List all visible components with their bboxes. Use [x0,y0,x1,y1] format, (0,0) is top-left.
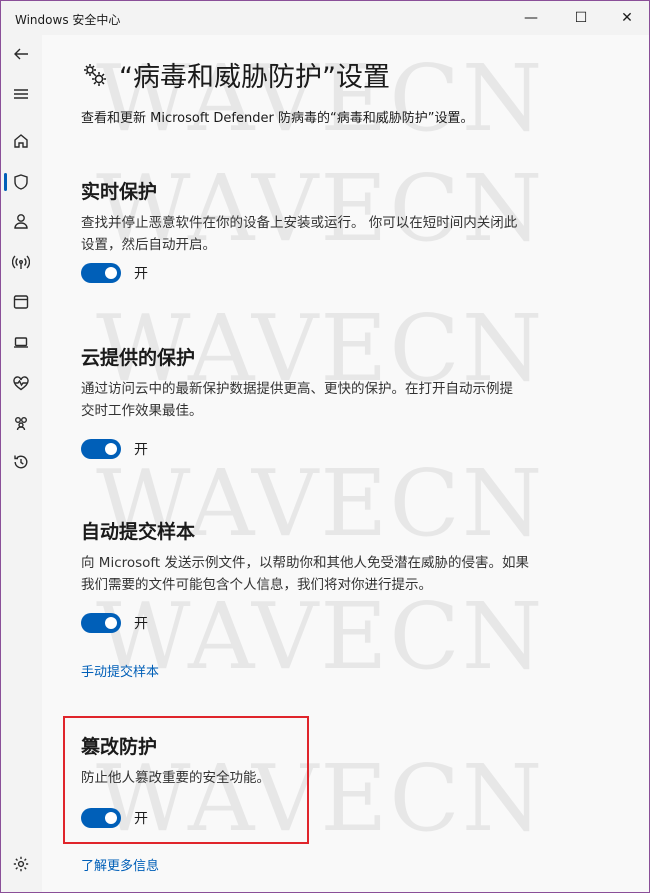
manual-submit-link[interactable]: 手动提交样本 [81,661,159,680]
realtime-protection-section: 实时保护 查找并停止恶意软件在你的设备上安装或运行。 你可以在短时间内关闭此 设… [81,177,581,287]
page-subtitle: 查看和更新 Microsoft Defender 防病毒的“病毒和威胁防护”设置… [81,111,474,126]
menu-button[interactable] [3,78,39,110]
nav-account[interactable] [3,205,39,237]
nav-family[interactable] [3,407,39,439]
page-header: “病毒和威胁防护”设置 [81,55,390,94]
back-icon [14,48,28,60]
nav-app-browser[interactable] [3,286,39,318]
tamper-protection-section: 篡改防护 防止他人篡改重要的安全功能。 开 [81,732,581,832]
section-description: 向 Microsoft 发送示例文件，以帮助你和其他人免受潜在威胁的侵害。如果 … [81,552,581,596]
section-title: 自动提交样本 [81,521,196,543]
sample-submission-toggle[interactable] [81,613,121,633]
minimize-button[interactable]: — [508,1,554,35]
nav-device-security[interactable] [3,326,39,358]
title-bar: Windows 安全中心 — ☐ ✕ [1,1,649,35]
nav-virus-protection[interactable] [3,166,39,198]
toggle-row: 开 [81,808,148,828]
history-icon [14,455,28,469]
sidebar [1,35,41,892]
maximize-button[interactable]: ☐ [558,1,604,35]
person-icon [14,214,28,229]
settings-icon [13,856,29,872]
section-title: 实时保护 [81,181,158,203]
toggle-row: 开 [81,263,148,283]
menu-icon [14,89,28,99]
shield-icon [14,174,28,190]
section-title: 云提供的保护 [81,347,196,369]
description-line: 交时工作效果最佳。 [81,403,203,419]
section-description: 防止他人篡改重要的安全功能。 [81,767,581,789]
description-line: 查找并停止恶意软件在你的设备上安装或运行。 你可以在短时间内关闭此 [81,215,518,231]
gear-icon [84,63,106,86]
toggle-row: 开 [81,439,148,459]
sample-submission-section: 自动提交样本 向 Microsoft 发送示例文件，以帮助你和其他人免受潜在威胁… [81,517,581,637]
description-line: 向 Microsoft 发送示例文件，以帮助你和其他人免受潜在威胁的侵害。如果 [81,555,530,571]
toggle-state-label: 开 [134,616,148,632]
section-description: 通过访问云中的最新保护数据提供更高、更快的保护。在打开自动示例提 交时工作效果最… [81,378,581,422]
wireless-icon [12,255,30,269]
cloud-protection-toggle[interactable] [81,439,121,459]
app-window: Windows 安全中心 — ☐ ✕ WAVECN WAVECN WAVECN … [0,0,650,893]
toggle-state-label: 开 [134,811,148,827]
close-button[interactable]: ✕ [604,1,649,35]
main-content: WAVECN WAVECN WAVECN WAVECN WAVECN WAVEC… [42,35,649,892]
realtime-protection-toggle[interactable] [81,263,121,283]
nav-home[interactable] [3,125,39,157]
app-title: Windows 安全中心 [15,13,121,27]
back-button[interactable] [3,38,39,70]
toggle-state-label: 开 [134,442,148,458]
device-icon [14,337,28,348]
description-line: 通过访问云中的最新保护数据提供更高、更快的保护。在打开自动示例提 [81,381,513,397]
nav-firewall[interactable] [3,246,39,278]
description-line: 设置，然后自动开启。 [81,237,216,253]
heart-pulse-icon [13,376,29,391]
section-description: 查找并停止恶意软件在你的设备上安装或运行。 你可以在短时间内关闭此 设置，然后自… [81,212,581,256]
description-line: 我们需要的文件可能包含个人信息，我们将对你进行提示。 [81,577,432,593]
page-title: “病毒和威胁防护”设置 [119,62,390,93]
description-line: 防止他人篡改重要的安全功能。 [81,770,270,786]
nav-device-health[interactable] [3,367,39,399]
section-title: 篡改防护 [81,736,158,758]
family-icon [15,417,27,431]
home-icon [14,134,28,148]
learn-more-link[interactable]: 了解更多信息 [81,855,159,874]
app-browser-icon [13,295,29,309]
toggle-row: 开 [81,613,148,633]
nav-settings[interactable] [3,848,39,880]
tamper-protection-toggle[interactable] [81,808,121,828]
nav-history[interactable] [3,446,39,478]
cloud-protection-section: 云提供的保护 通过访问云中的最新保护数据提供更高、更快的保护。在打开自动示例提 … [81,343,581,463]
toggle-state-label: 开 [134,266,148,282]
